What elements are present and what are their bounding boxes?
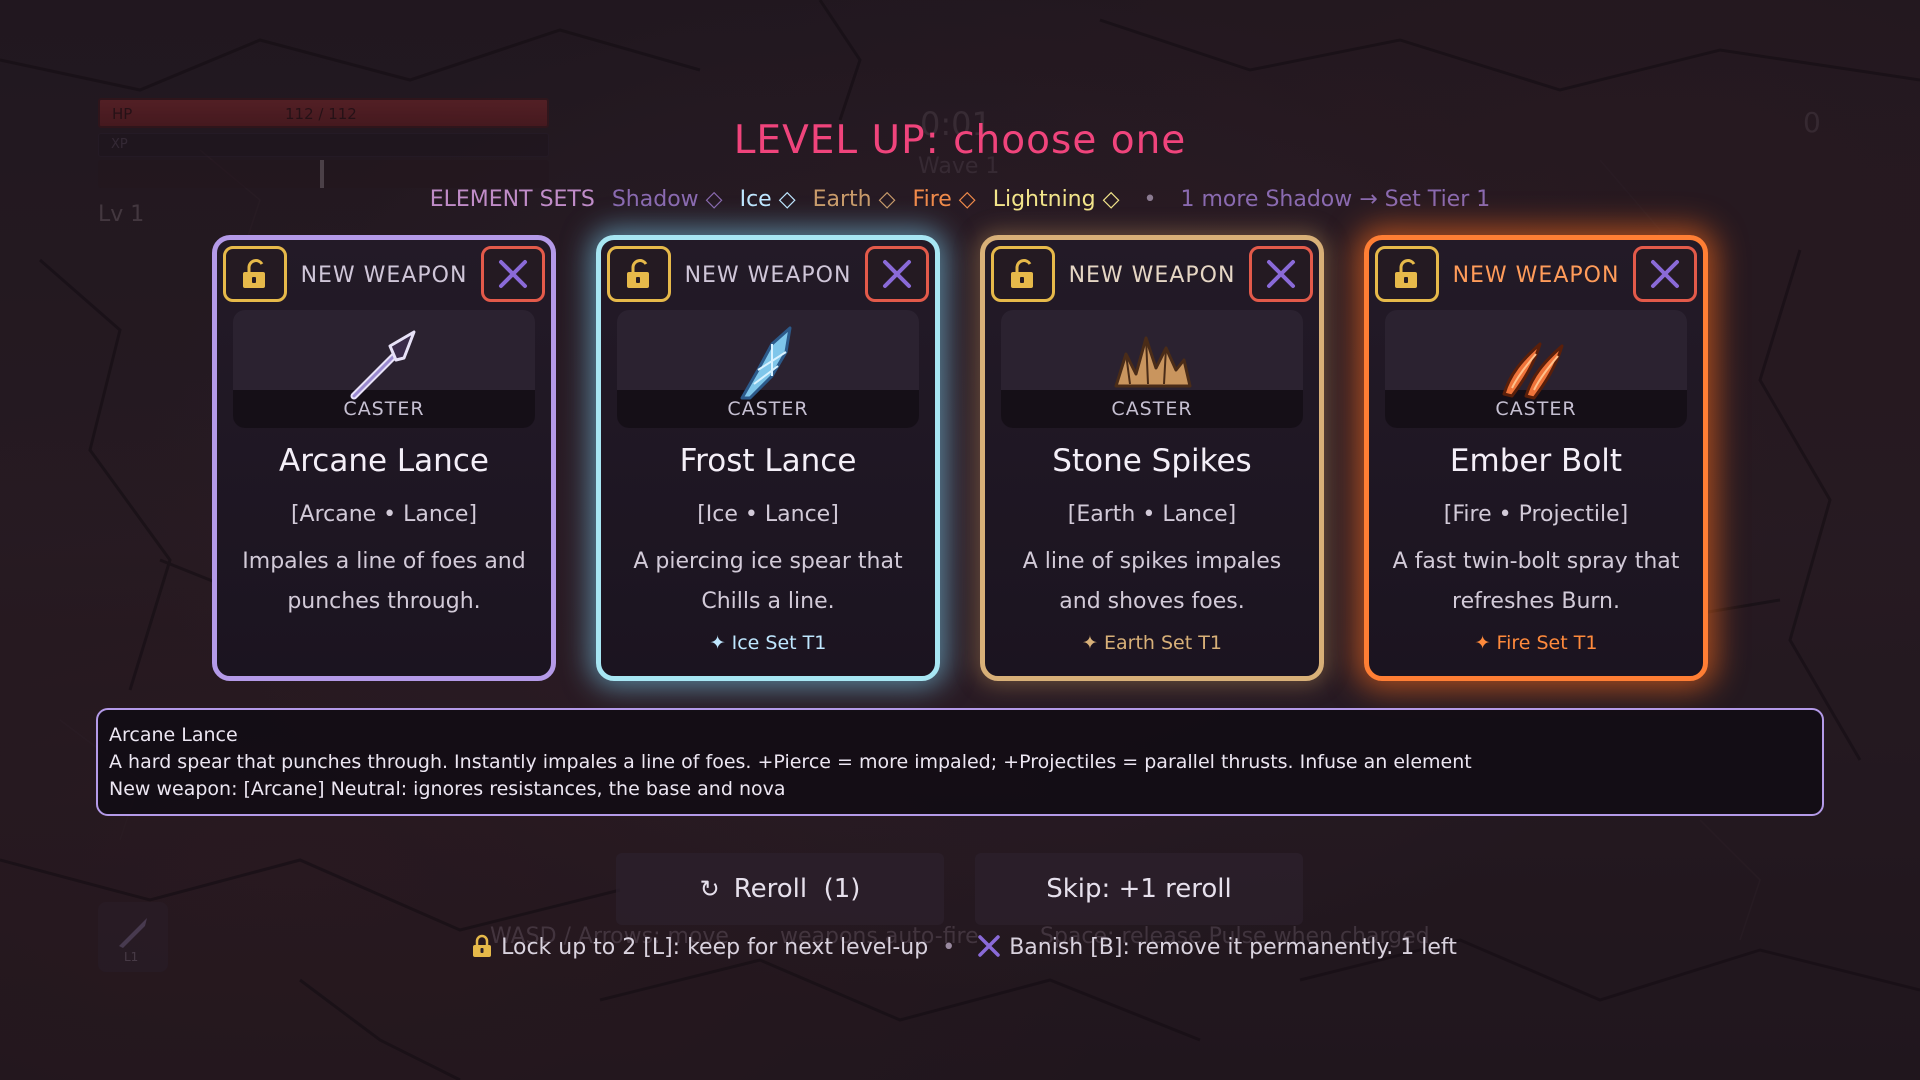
lock-hint: Lock up to 2 [L]: keep for next level-up: [501, 935, 929, 960]
ember-bolt-icon: [1502, 342, 1564, 400]
detail-element-note: New weapon: [Arcane] Neutral: ignores re…: [109, 778, 786, 800]
weapon-name: Arcane Lance: [279, 443, 489, 479]
unlock-icon: [1395, 259, 1417, 288]
lock-button[interactable]: [607, 246, 671, 302]
level-up-title: LEVEL UP: choose one: [733, 118, 1187, 163]
close-icon: [1651, 260, 1679, 288]
weapon-name: Stone Spikes: [1052, 443, 1252, 479]
weapon-description: Impales a line of foes and punches throu…: [242, 549, 526, 614]
weapon-name: Ember Bolt: [1449, 443, 1623, 479]
set-shadow: Shadow ◇: [611, 187, 723, 212]
weapon-category: CASTER: [343, 398, 425, 420]
lock-button[interactable]: [223, 246, 287, 302]
card-header: NEW WEAPON: [1452, 263, 1620, 288]
lock-button[interactable]: [991, 246, 1055, 302]
unlock-icon: [627, 259, 649, 288]
set-bonus-tag: ✦ Earth Set T1: [1082, 632, 1222, 654]
controls-hint: Lock up to 2 [L]: keep for next level-up…: [0, 934, 1920, 960]
weapon-tags: [Ice • Lance]: [697, 502, 839, 527]
set-ice: Ice ◇: [739, 187, 796, 212]
weapon-detail-panel: Arcane Lance A hard spear that punches t…: [96, 708, 1824, 816]
upgrade-card-frost-lance[interactable]: NEW WEAPON CASTER Frost Lance [Ice • Lan…: [596, 235, 940, 681]
weapon-category: CASTER: [1495, 398, 1577, 420]
lock-icon: [473, 934, 492, 957]
detail-title: Arcane Lance: [109, 724, 238, 746]
card-header: NEW WEAPON: [300, 263, 468, 288]
close-icon: [499, 260, 527, 288]
weapon-category: CASTER: [727, 398, 809, 420]
element-sets-label: ELEMENT SETS: [429, 187, 595, 212]
weapon-name: Frost Lance: [679, 443, 857, 479]
set-fire: Fire ◇: [912, 187, 976, 212]
banish-button[interactable]: [481, 246, 545, 302]
banish-hint: Banish [B]: remove it permanently. 1 lef…: [1009, 935, 1457, 960]
unlock-icon: [243, 259, 265, 288]
close-icon: [1267, 260, 1295, 288]
set-progress-hint: 1 more Shadow → Set Tier 1: [1180, 187, 1491, 212]
weapon-description: A piercing ice spear that Chills a line.: [633, 549, 903, 614]
skip-label: Skip: +1 reroll: [1046, 874, 1232, 904]
lance-icon: [350, 330, 416, 400]
card-header: NEW WEAPON: [684, 263, 852, 288]
card-header: NEW WEAPON: [1068, 263, 1236, 288]
skip-button[interactable]: Skip: +1 reroll: [975, 853, 1303, 925]
upgrade-card-ember-bolt[interactable]: NEW WEAPON CASTER Ember Bolt [Fire • Pro…: [1364, 235, 1708, 681]
set-earth: Earth ◇: [812, 187, 896, 212]
reroll-button[interactable]: ↻ Reroll (1): [616, 853, 944, 925]
banish-icon: [978, 935, 1000, 957]
set-bonus-tag: ✦ Ice Set T1: [709, 632, 827, 654]
weapon-icon-panel: CASTER: [1385, 310, 1687, 428]
weapon-description: A fast twin-bolt spray that refreshes Bu…: [1392, 549, 1680, 614]
weapon-icon-panel: CASTER: [1001, 310, 1303, 428]
ice-spear-icon: [740, 326, 792, 400]
separator-dot: •: [1143, 187, 1157, 212]
unlock-icon: [1011, 259, 1033, 288]
banish-button[interactable]: [865, 246, 929, 302]
weapon-icon-panel: CASTER: [617, 310, 919, 428]
banish-button[interactable]: [1249, 246, 1313, 302]
weapon-tags: [Fire • Projectile]: [1443, 502, 1629, 527]
set-lightning: Lightning ◇: [992, 187, 1120, 212]
weapon-description: A line of spikes impales and shoves foes…: [1022, 549, 1282, 614]
separator-dot: •: [942, 935, 956, 960]
weapon-tags: [Arcane • Lance]: [290, 502, 478, 527]
lock-button[interactable]: [1375, 246, 1439, 302]
reroll-label: Reroll (1): [733, 874, 861, 904]
banish-button[interactable]: [1633, 246, 1697, 302]
element-sets-bar: ELEMENT SETS Shadow ◇ Ice ◇ Earth ◇ Fire…: [0, 187, 1920, 212]
weapon-category: CASTER: [1111, 398, 1193, 420]
weapon-tags: [Earth • Lance]: [1067, 502, 1237, 527]
reroll-icon: ↻: [699, 875, 720, 903]
set-bonus-tag: ✦ Fire Set T1: [1474, 632, 1598, 654]
upgrade-card-arcane-lance[interactable]: NEW WEAPON CASTER Arcane Lance [Arcane •…: [212, 235, 556, 681]
upgrade-card-stone-spikes[interactable]: NEW WEAPON CASTER Stone Spikes [Earth • …: [980, 235, 1324, 681]
stone-spikes-icon: [1114, 336, 1192, 388]
close-icon: [883, 260, 911, 288]
weapon-icon-panel: CASTER: [233, 310, 535, 428]
detail-description: A hard spear that punches through. Insta…: [109, 751, 1472, 773]
